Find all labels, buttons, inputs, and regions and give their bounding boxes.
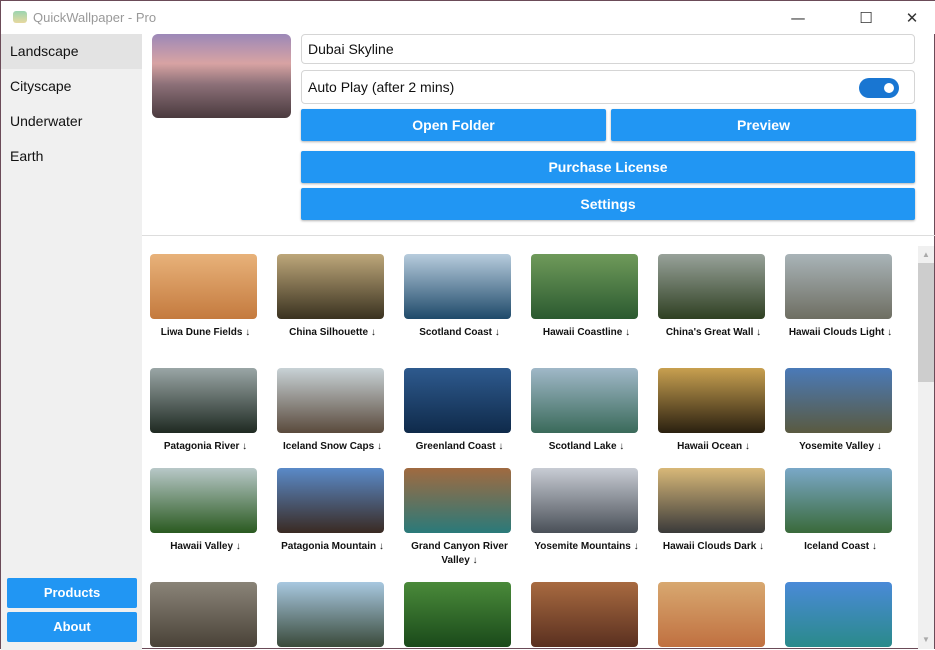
wallpaper-thumbnail[interactable] [658, 368, 765, 433]
wallpaper-download-label[interactable]: Yosemite Valley ↓ [777, 440, 904, 454]
minimize-button[interactable]: — [776, 5, 820, 31]
wallpaper-tile[interactable]: Liwa Dune Fields ↓ [142, 254, 269, 340]
auto-play-toggle[interactable] [859, 78, 899, 98]
wallpaper-tile[interactable]: Hawaii Valley ↓ [142, 468, 269, 554]
wallpaper-tile[interactable]: Iceland Coast ↓ [777, 468, 904, 554]
wallpaper-grid: Liwa Dune Fields ↓ China Silhouette ↓ Scot… [142, 236, 916, 650]
wallpaper-thumbnail[interactable] [785, 468, 892, 533]
purchase-license-button[interactable]: Purchase License [301, 151, 915, 183]
scroll-up-icon[interactable]: ▲ [918, 248, 934, 262]
products-button[interactable]: Products [7, 578, 137, 608]
sidebar-item-earth[interactable]: Earth [1, 139, 142, 174]
wallpaper-download-label[interactable]: Hawaii Clouds Light ↓ [777, 326, 904, 340]
sidebar: Landscape Cityscape Underwater Earth Pro… [1, 34, 142, 650]
wallpaper-thumbnail[interactable] [658, 254, 765, 319]
wallpaper-download-label[interactable]: Hawaii Valley ↓ [142, 540, 269, 554]
sidebar-item-cityscape[interactable]: Cityscape [1, 69, 142, 104]
open-folder-button[interactable]: Open Folder [301, 109, 606, 141]
wallpaper-download-label[interactable]: Patagonia Mountain ↓ [269, 540, 396, 554]
wallpaper-tile[interactable]: Patagonia Mountain ↓ [269, 468, 396, 554]
wallpaper-thumbnail[interactable] [150, 368, 257, 433]
wallpaper-download-label[interactable]: China's Great Wall ↓ [650, 326, 777, 340]
auto-play-row: Auto Play (after 2 mins) [301, 70, 915, 104]
wallpaper-download-label[interactable]: Liwa Dune Fields ↓ [142, 326, 269, 340]
wallpaper-thumbnail[interactable] [150, 254, 257, 319]
wallpaper-thumbnail[interactable] [531, 254, 638, 319]
title-bar: QuickWallpaper - Pro — ☐ ✕ [1, 1, 935, 34]
about-button[interactable]: About [7, 612, 137, 642]
scrollbar[interactable]: ▲ ▼ [918, 246, 934, 649]
wallpaper-thumbnail[interactable] [785, 582, 892, 647]
close-button[interactable]: ✕ [890, 5, 934, 31]
wallpaper-thumbnail[interactable] [531, 368, 638, 433]
wallpaper-download-label[interactable]: Hawaii Clouds Dark ↓ [650, 540, 777, 554]
wallpaper-tile[interactable]: Scotland Lake ↓ [523, 368, 650, 454]
app-icon [13, 11, 27, 23]
wallpaper-tile[interactable]: Hawaii Clouds Light ↓ [777, 254, 904, 340]
wallpaper-download-label[interactable]: Greenland Coast ↓ [396, 440, 523, 454]
wallpaper-thumbnail[interactable] [277, 582, 384, 647]
wallpaper-thumbnail[interactable] [531, 468, 638, 533]
wallpaper-thumbnail[interactable] [150, 468, 257, 533]
wallpaper-tile[interactable]: Patagonia River ↓ [142, 368, 269, 454]
wallpaper-tile[interactable]: Hawaii Coastline ↓ [523, 254, 650, 340]
wallpaper-thumbnail[interactable] [277, 468, 384, 533]
settings-button[interactable]: Settings [301, 188, 915, 220]
wallpaper-tile[interactable] [269, 582, 396, 650]
wallpaper-download-label[interactable]: Patagonia River ↓ [142, 440, 269, 454]
wallpaper-tile[interactable]: Iceland Snow Caps ↓ [269, 368, 396, 454]
wallpaper-tile[interactable]: Hawaii Ocean ↓ [650, 368, 777, 454]
current-wallpaper-preview [152, 34, 291, 118]
wallpaper-download-label[interactable]: Yosemite Mountains ↓ [523, 540, 650, 554]
wallpaper-download-label[interactable]: Iceland Snow Caps ↓ [269, 440, 396, 454]
wallpaper-tile[interactable] [142, 582, 269, 650]
wallpaper-download-label[interactable]: Grand Canyon River Valley ↓ [396, 540, 523, 568]
wallpaper-tile[interactable]: Greenland Coast ↓ [396, 368, 523, 454]
window-title: QuickWallpaper - Pro [33, 10, 157, 25]
wallpaper-tile[interactable]: Yosemite Valley ↓ [777, 368, 904, 454]
wallpaper-thumbnail[interactable] [150, 582, 257, 647]
auto-play-label: Auto Play (after 2 mins) [308, 79, 455, 95]
wallpaper-tile[interactable]: Grand Canyon River Valley ↓ [396, 468, 523, 568]
wallpaper-thumbnail[interactable] [785, 368, 892, 433]
wallpaper-name-field[interactable]: Dubai Skyline [301, 34, 915, 64]
preview-button[interactable]: Preview [611, 109, 916, 141]
maximize-button[interactable]: ☐ [844, 5, 888, 31]
scroll-down-icon[interactable]: ▼ [918, 633, 934, 647]
wallpaper-download-label[interactable]: Scotland Coast ↓ [396, 326, 523, 340]
sidebar-item-underwater[interactable]: Underwater [1, 104, 142, 139]
wallpaper-thumbnail[interactable] [658, 582, 765, 647]
wallpaper-download-label[interactable]: China Silhouette ↓ [269, 326, 396, 340]
wallpaper-tile[interactable] [650, 582, 777, 650]
wallpaper-download-label[interactable]: Hawaii Ocean ↓ [650, 440, 777, 454]
wallpaper-thumbnail[interactable] [785, 254, 892, 319]
wallpaper-thumbnail[interactable] [404, 254, 511, 319]
wallpaper-thumbnail[interactable] [404, 468, 511, 533]
wallpaper-tile[interactable]: China's Great Wall ↓ [650, 254, 777, 340]
wallpaper-tile[interactable]: Yosemite Mountains ↓ [523, 468, 650, 554]
wallpaper-tile[interactable]: Scotland Coast ↓ [396, 254, 523, 340]
wallpaper-thumbnail[interactable] [277, 368, 384, 433]
wallpaper-thumbnail[interactable] [277, 254, 384, 319]
wallpaper-download-label[interactable]: Scotland Lake ↓ [523, 440, 650, 454]
wallpaper-tile[interactable]: China Silhouette ↓ [269, 254, 396, 340]
wallpaper-tile[interactable] [396, 582, 523, 650]
sidebar-item-landscape[interactable]: Landscape [1, 34, 142, 69]
wallpaper-thumbnail[interactable] [658, 468, 765, 533]
wallpaper-tile[interactable]: Hawaii Clouds Dark ↓ [650, 468, 777, 554]
wallpaper-thumbnail[interactable] [404, 368, 511, 433]
wallpaper-thumbnail[interactable] [531, 582, 638, 647]
wallpaper-download-label[interactable]: Iceland Coast ↓ [777, 540, 904, 554]
wallpaper-thumbnail[interactable] [404, 582, 511, 647]
wallpaper-tile[interactable] [523, 582, 650, 650]
wallpaper-tile[interactable] [777, 582, 904, 650]
scrollbar-thumb[interactable] [918, 263, 934, 382]
wallpaper-download-label[interactable]: Hawaii Coastline ↓ [523, 326, 650, 340]
